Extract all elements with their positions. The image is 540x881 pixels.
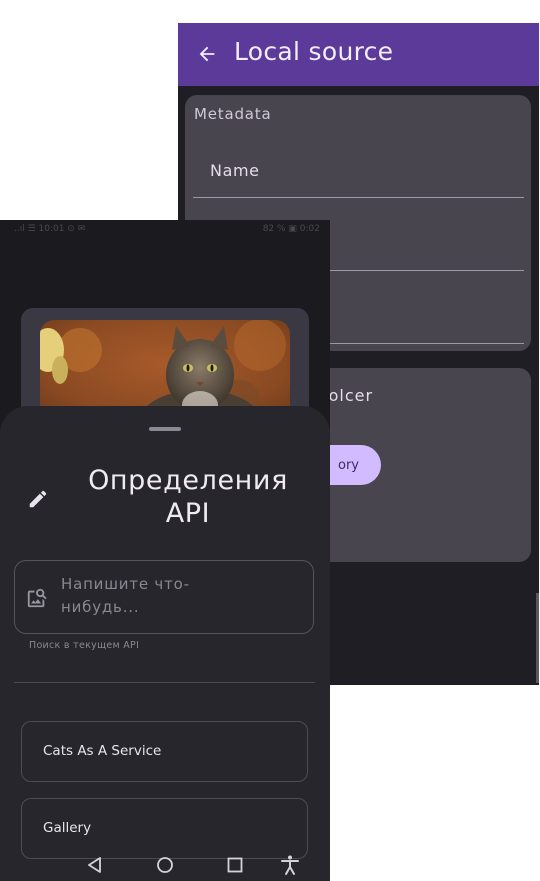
search-field[interactable] xyxy=(14,560,314,634)
status-bar: ..ıl ☰ 10:01 ⊙ ✉ 82 % ▣ 0:02 xyxy=(0,220,330,240)
edit-icon[interactable] xyxy=(27,488,49,510)
status-icons-left: ..ıl ☰ 10:01 ⊙ ✉ xyxy=(14,224,86,234)
status-icons-right: 82 % ▣ 0:02 xyxy=(262,224,320,234)
api-item-label: Cats As A Service xyxy=(43,743,162,759)
search-helper-text: Поиск в текущем API xyxy=(29,640,140,651)
app-bar: Local source xyxy=(178,23,539,86)
nav-back-icon[interactable] xyxy=(84,854,106,876)
system-nav-bar xyxy=(0,849,330,881)
metadata-label: Metadata xyxy=(194,105,272,123)
drag-handle[interactable] xyxy=(149,427,181,431)
name-field-underline xyxy=(193,197,524,198)
scrollbar[interactable] xyxy=(536,593,539,683)
api-definitions-screen: ..ıl ☰ 10:01 ⊙ ✉ 82 % ▣ 0:02 Определения… xyxy=(0,220,330,881)
accessibility-icon[interactable] xyxy=(279,854,301,876)
image-search-icon xyxy=(27,588,47,608)
sheet-title: Определения API xyxy=(88,465,288,529)
arrow-back-icon[interactable] xyxy=(196,43,218,65)
api-item-cats-as-a-service[interactable]: Cats As A Service xyxy=(21,721,308,782)
nav-recents-icon[interactable] xyxy=(224,854,246,876)
search-input[interactable] xyxy=(61,573,261,623)
name-field[interactable]: Name xyxy=(210,161,260,180)
nav-home-icon[interactable] xyxy=(154,854,176,876)
bottom-sheet: Определения API Поиск в текущем API Cats… xyxy=(0,406,330,881)
api-item-label: Gallery xyxy=(43,820,92,836)
page-title: Local source xyxy=(234,37,394,66)
divider xyxy=(14,682,315,683)
